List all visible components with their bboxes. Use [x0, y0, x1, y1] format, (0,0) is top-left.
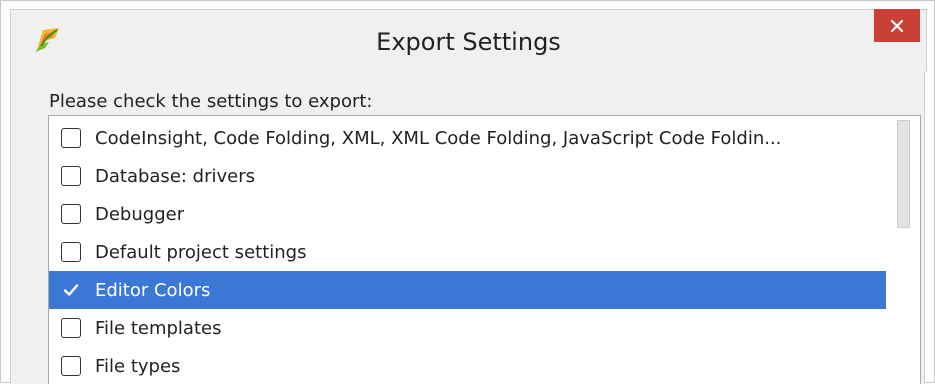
list-item-label: Debugger [95, 203, 185, 225]
list-item[interactable]: Database: drivers [49, 157, 887, 195]
dialog-body: Please check the settings to export: Cod… [10, 71, 925, 384]
close-button[interactable] [874, 9, 920, 42]
checkmark-icon [63, 284, 79, 296]
list-item-selected[interactable]: Editor Colors [49, 271, 887, 309]
vertical-scrollbar[interactable] [886, 116, 920, 384]
checkbox[interactable] [61, 128, 81, 148]
list-item-label: CodeInsight, Code Folding, XML, XML Code… [95, 127, 782, 149]
list-item[interactable]: File types [49, 347, 887, 384]
checkbox-checked[interactable] [61, 280, 81, 300]
checkbox[interactable] [61, 242, 81, 262]
checkbox[interactable] [61, 166, 81, 186]
list-item-label: File templates [95, 317, 222, 339]
export-prompt: Please check the settings to export: [49, 91, 373, 112]
list-item-label: Default project settings [95, 241, 307, 263]
scrollbar-thumb[interactable] [897, 120, 910, 228]
close-icon [890, 19, 904, 32]
list-item-label: Database: drivers [95, 165, 256, 187]
checkbox[interactable] [61, 318, 81, 338]
checkbox[interactable] [61, 356, 81, 376]
screenshot-frame: Export Settings Please check the setting… [0, 0, 935, 384]
checkbox[interactable] [61, 204, 81, 224]
window-title: Export Settings [376, 28, 561, 56]
list-item[interactable]: CodeInsight, Code Folding, XML, XML Code… [49, 119, 887, 157]
title-bar[interactable]: Export Settings [10, 9, 927, 72]
list-item[interactable]: File templates [49, 309, 887, 347]
settings-list[interactable]: CodeInsight, Code Folding, XML, XML Code… [48, 115, 921, 384]
list-item[interactable]: Debugger [49, 195, 887, 233]
list-item-label: Editor Colors [95, 279, 211, 301]
list-item-label: File types [95, 355, 181, 377]
list-item[interactable]: Default project settings [49, 233, 887, 271]
